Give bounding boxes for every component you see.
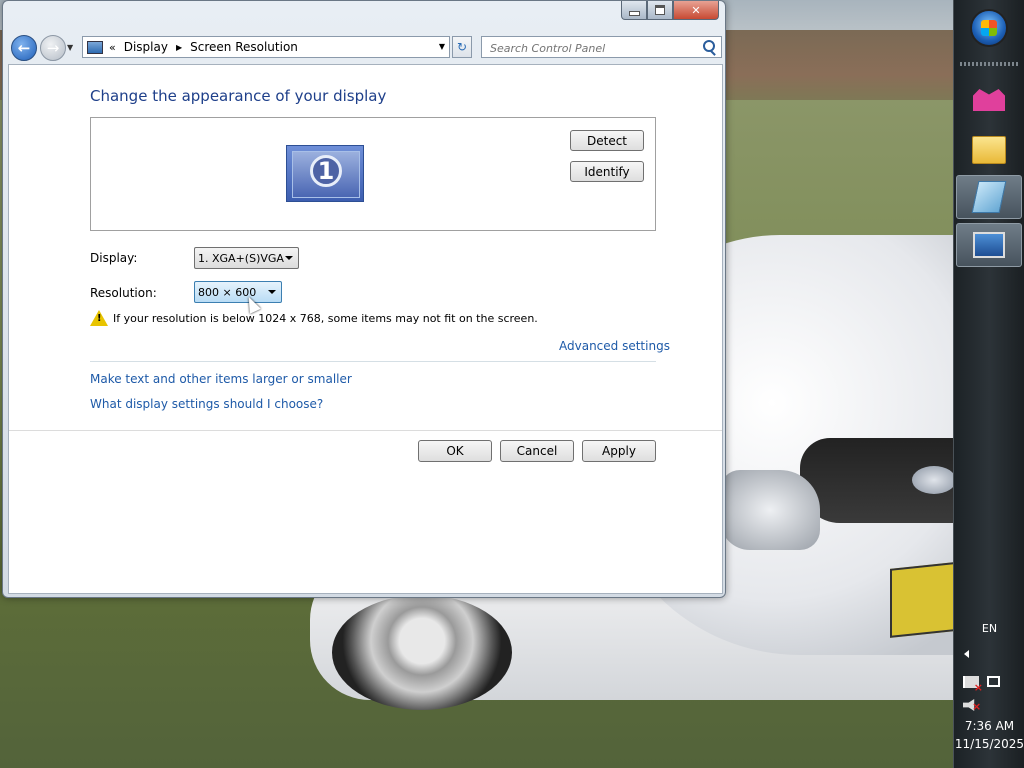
resolution-label: Resolution:	[90, 286, 157, 300]
taskbar-control-panel[interactable]	[956, 223, 1022, 267]
caption-buttons: ✕	[621, 1, 719, 20]
monitor-1[interactable]: 1	[286, 145, 364, 202]
car-wheel	[332, 595, 512, 710]
taskbar-explorer[interactable]	[956, 128, 1022, 172]
monitor-screen: 1	[292, 151, 360, 198]
forward-button[interactable]: →	[40, 35, 66, 61]
recent-pages-dropdown[interactable]: ▼	[67, 43, 73, 52]
clock-date[interactable]: 11/15/2025	[954, 737, 1024, 751]
warning-text: If your resolution is below 1024 x 768, …	[113, 311, 538, 325]
taskbar-grip[interactable]	[960, 62, 1018, 66]
display-select-value: 1. XGA+(S)VGA	[198, 251, 284, 265]
screen-resolution-window: ✕ ← → ▼ « Display ▶ Screen Resolution ▼ …	[2, 0, 726, 598]
forward-arrow-icon: →	[46, 39, 60, 57]
monitor-arrangement: 1 Detect Identify	[90, 117, 656, 231]
monitor-number: 1	[310, 155, 342, 187]
minimize-button[interactable]	[621, 1, 647, 20]
show-hidden-icons-icon[interactable]	[964, 650, 969, 658]
cancel-button[interactable]: Cancel	[500, 440, 574, 462]
close-button[interactable]: ✕	[673, 1, 719, 20]
display-settings-help-link[interactable]: What display settings should I choose?	[90, 397, 323, 411]
back-button[interactable]: ←	[11, 35, 37, 61]
search-icon[interactable]	[703, 40, 715, 52]
car-headlight	[720, 470, 820, 550]
app-icon	[973, 89, 1005, 111]
car-badge	[912, 466, 956, 494]
network-icon[interactable]	[987, 676, 1000, 687]
clock-time[interactable]: 7:36 AM	[954, 719, 1024, 733]
search-box[interactable]	[481, 36, 722, 58]
breadcrumb-overflow-icon[interactable]: «	[109, 41, 116, 54]
control-panel-icon	[87, 40, 103, 54]
language-indicator[interactable]: EN	[954, 622, 1024, 635]
display-select[interactable]: 1. XGA+(S)VGA	[194, 247, 299, 269]
chevron-down-icon	[285, 256, 293, 260]
taskbar-app-3[interactable]	[956, 175, 1022, 219]
breadcrumb-separator-icon[interactable]: ▶	[176, 43, 182, 52]
page-title: Change the appearance of your display	[90, 87, 387, 105]
start-orb-icon	[981, 20, 997, 36]
breadcrumb-display[interactable]: Display	[124, 40, 168, 54]
breadcrumb-screen-resolution[interactable]: Screen Resolution	[190, 40, 298, 54]
warning-icon: !	[90, 310, 108, 326]
taskbar: EN × 7:36 AM 11/15/2025	[953, 0, 1024, 768]
divider	[90, 361, 656, 362]
search-input[interactable]	[488, 38, 692, 58]
display-icon	[973, 232, 1005, 258]
document-icon	[971, 181, 1007, 213]
maximize-button[interactable]	[647, 1, 673, 20]
text-size-link[interactable]: Make text and other items larger or smal…	[90, 372, 352, 386]
display-label: Display:	[90, 251, 138, 265]
close-icon: ✕	[691, 3, 701, 17]
start-button[interactable]	[970, 9, 1008, 47]
chevron-down-icon	[268, 290, 276, 294]
button-separator	[9, 430, 722, 431]
apply-button[interactable]: Apply	[582, 440, 656, 462]
folder-icon	[972, 136, 1006, 164]
identify-button[interactable]: Identify	[570, 161, 644, 182]
content-pane: Change the appearance of your display 1 …	[8, 64, 723, 594]
maximize-icon	[655, 5, 665, 15]
refresh-button[interactable]: ↻	[452, 36, 472, 58]
taskbar-app-1[interactable]	[956, 78, 1022, 122]
detect-button[interactable]: Detect	[570, 130, 644, 151]
resolution-warning: ! If your resolution is below 1024 x 768…	[90, 310, 538, 326]
ok-button[interactable]: OK	[418, 440, 492, 462]
mute-icon: ×	[972, 700, 982, 713]
address-dropdown-icon[interactable]: ▼	[439, 42, 445, 51]
action-center-icon[interactable]	[963, 676, 983, 694]
address-bar[interactable]: « Display ▶ Screen Resolution ▼	[82, 36, 450, 58]
refresh-icon: ↻	[456, 40, 468, 54]
resolution-select[interactable]: 800 × 600	[194, 281, 282, 303]
minimize-icon	[628, 10, 640, 16]
advanced-settings-link[interactable]: Advanced settings	[559, 339, 670, 353]
back-arrow-icon: ←	[17, 39, 31, 57]
